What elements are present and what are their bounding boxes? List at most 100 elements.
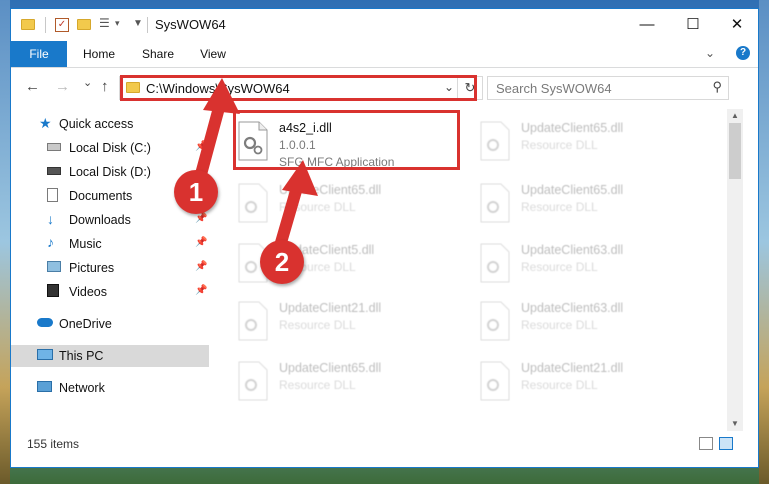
file-item[interactable]: UpdateClient65.dll Resource DLL [473, 115, 703, 167]
pin-icon: 📌 [195, 213, 208, 224]
file-type: Resource DLL [521, 138, 598, 152]
sidebar-item-label: Music [69, 237, 102, 251]
quick-access-more-icon[interactable]: ▼ [133, 18, 143, 34]
file-name: UpdateClient21.dll [521, 361, 624, 375]
large-icons-view-icon[interactable] [719, 437, 733, 450]
file-name: UpdateClient65.dll [521, 183, 624, 197]
file-item[interactable]: UpdateClient63.dll Resource DLL [473, 295, 703, 347]
file-type: Resource DLL [279, 378, 356, 392]
file-type: Resource DLL [521, 200, 598, 214]
close-button[interactable]: ✕ [714, 9, 760, 39]
videos-icon [47, 284, 59, 297]
sidebar-item-label: OneDrive [59, 317, 112, 331]
computer-icon [37, 349, 53, 360]
tab-home[interactable]: Home [73, 41, 125, 67]
quick-access-dropdown-icon[interactable]: ▾ [115, 18, 120, 34]
minimize-button[interactable]: — [624, 9, 670, 39]
help-icon[interactable]: ? [736, 46, 750, 60]
sidebar-item-pictures[interactable]: Pictures 📌 [11, 257, 209, 279]
dll-file-icon [238, 361, 268, 401]
step-1-callout: 1 [174, 170, 218, 214]
maximize-button[interactable]: ☐ [670, 9, 716, 39]
sidebar-item-music[interactable]: ♪ Music 📌 [11, 233, 209, 255]
sidebar-item-quick-access[interactable]: ★ Quick access [11, 113, 209, 135]
tab-share[interactable]: Share [133, 41, 183, 67]
sidebar-item-label: Network [59, 381, 105, 395]
documents-icon [47, 188, 58, 202]
pictures-icon [47, 261, 61, 272]
search-placeholder: Search SysWOW64 [496, 81, 612, 96]
sidebar-item-label: Quick access [59, 117, 134, 131]
window-title: SysWOW64 [155, 17, 226, 32]
pin-icon: 📌 [195, 261, 208, 272]
title-bar: ✓ ☰ ▾ ▼ SysWOW64 — ☐ ✕ [11, 9, 758, 41]
file-highlight [233, 110, 460, 170]
address-bar-highlight [120, 75, 477, 101]
dll-file-icon [480, 361, 510, 401]
download-icon: ↓ [47, 211, 54, 227]
ribbon-tabs: File Home Share View ⌄ ? [11, 41, 758, 68]
cloud-icon [37, 318, 53, 327]
tab-file[interactable]: File [11, 41, 67, 67]
status-bar: 155 items [11, 433, 758, 455]
search-icon[interactable]: ⚲ [712, 79, 722, 95]
star-icon: ★ [39, 115, 52, 131]
network-icon [37, 381, 52, 392]
scrollbar-thumb[interactable] [729, 123, 741, 179]
file-name: UpdateClient21.dll [279, 301, 382, 315]
properties-icon[interactable]: ✓ [55, 18, 69, 32]
file-item[interactable]: UpdateClient65.dll Resource DLL [231, 355, 461, 407]
pin-icon: 📌 [195, 141, 208, 152]
sidebar-item-label: This PC [59, 349, 104, 363]
item-count: 155 items [27, 437, 80, 451]
file-type: Resource DLL [279, 200, 356, 214]
sidebar-item-label: Local Disk (D:) [69, 165, 151, 179]
sidebar-item-downloads[interactable]: ↓ Downloads 📌 [11, 209, 209, 231]
music-icon: ♪ [47, 234, 54, 250]
drive-icon [47, 167, 61, 175]
up-icon[interactable]: ↑ [101, 78, 109, 95]
sidebar-item-videos[interactable]: Videos 📌 [11, 281, 209, 303]
file-name: UpdateClient65.dll [279, 361, 382, 375]
file-name: UpdateClient65.dll [521, 121, 624, 135]
search-input[interactable]: Search SysWOW64 ⚲ [487, 76, 729, 100]
file-name: UpdateClient65.dll [279, 183, 382, 197]
forward-icon[interactable]: → [55, 78, 70, 95]
scroll-down-arrow-icon[interactable]: ▼ [727, 417, 743, 431]
sidebar-item-local-disk-c[interactable]: Local Disk (C:) 📌 [11, 137, 209, 159]
sidebar-item-label: Documents [69, 189, 133, 203]
expand-ribbon-icon[interactable]: ⌄ [705, 46, 715, 60]
title-divider [147, 17, 148, 33]
scroll-up-arrow-icon[interactable]: ▲ [727, 109, 743, 123]
file-name: UpdateClient63.dll [521, 301, 624, 315]
desktop-background-left [0, 0, 10, 484]
drive-icon [47, 143, 61, 151]
details-view-icon[interactable] [699, 437, 713, 450]
file-item[interactable]: UpdateClient21.dll Resource DLL [473, 355, 703, 407]
tab-view[interactable]: View [191, 41, 235, 67]
file-name: UpdateClient63.dll [521, 243, 624, 257]
file-type: Resource DLL [279, 318, 356, 332]
toolbar-divider [45, 17, 46, 33]
dll-file-icon [480, 301, 510, 341]
file-type: Resource DLL [521, 318, 598, 332]
file-item[interactable]: UpdateClient21.dll Resource DLL [231, 295, 461, 347]
dll-file-icon [480, 121, 510, 161]
sidebar-item-onedrive[interactable]: OneDrive [11, 313, 209, 335]
back-icon[interactable]: ← [25, 78, 40, 95]
sidebar-item-label: Downloads [69, 213, 131, 227]
step-2-callout: 2 [260, 240, 304, 284]
dll-file-icon [238, 301, 268, 341]
file-item[interactable]: UpdateClient63.dll Resource DLL [473, 237, 703, 289]
pin-icon: 📌 [195, 237, 208, 248]
file-item[interactable]: UpdateClient65.dll Resource DLL [231, 177, 461, 229]
recent-locations-icon[interactable]: ⌄ [83, 76, 92, 89]
customize-quick-access-icon[interactable]: ☰ [99, 16, 113, 32]
navigation-pane: ★ Quick access Local Disk (C:) 📌 Local D… [11, 109, 209, 431]
desktop-background-right [759, 0, 769, 484]
sidebar-item-label: Pictures [69, 261, 115, 275]
file-item[interactable]: UpdateClient65.dll Resource DLL [473, 177, 703, 229]
sidebar-item-this-pc[interactable]: This PC [11, 345, 209, 367]
pin-icon: 📌 [195, 285, 208, 296]
sidebar-item-network[interactable]: Network [11, 377, 209, 399]
